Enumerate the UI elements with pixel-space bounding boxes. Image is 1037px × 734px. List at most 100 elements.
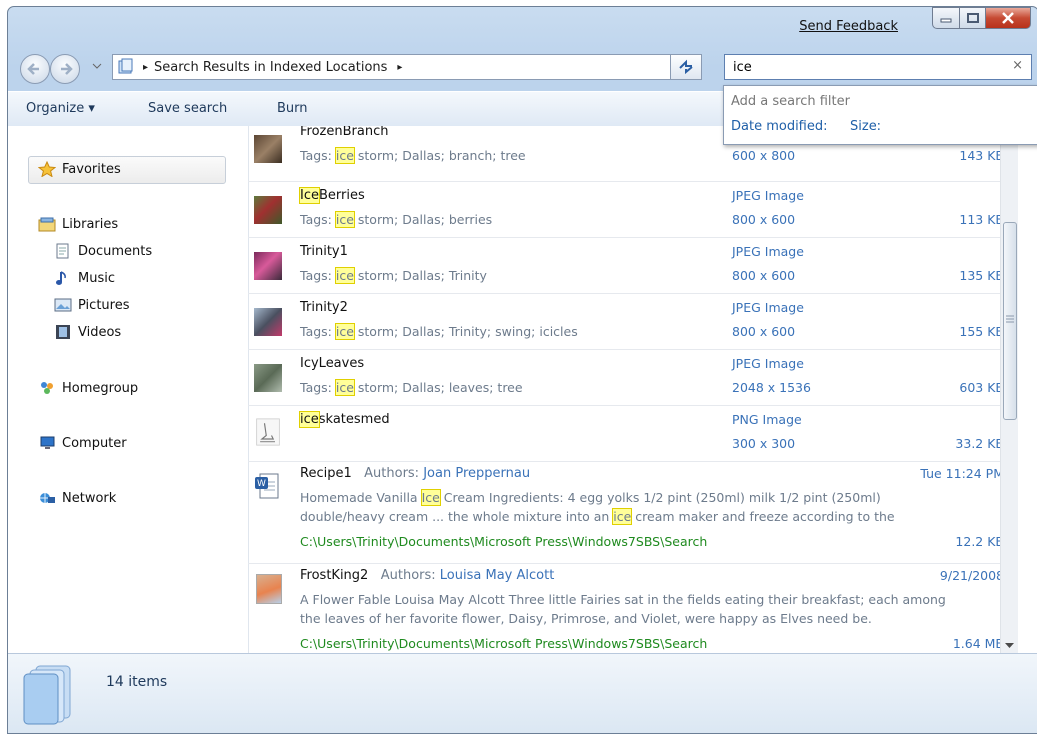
content-snippet: Homemade Vanilla Ice Cream Ingredients: … — [300, 488, 1010, 526]
file-name: FrostKing2 Authors: Louisa May Alcott — [300, 568, 554, 583]
clear-search-icon[interactable]: × — [1012, 58, 1023, 73]
minimize-button[interactable] — [932, 7, 960, 29]
music-icon — [56, 271, 66, 285]
snippet-line: double/heavy cream ... the whole mixture… — [300, 507, 1010, 526]
date-modified-filter[interactable]: Date modified: — [731, 119, 828, 134]
file-size: 135 KB — [959, 268, 1004, 283]
send-feedback-link[interactable]: Send Feedback — [799, 19, 898, 34]
burn-button[interactable]: Burn — [277, 101, 308, 116]
tags-label: Tags: — [300, 148, 336, 163]
search-box[interactable]: × — [724, 54, 1032, 80]
nav-homegroup[interactable]: Homegroup — [38, 380, 138, 396]
search-highlight: ice — [334, 267, 355, 284]
save-search-button[interactable]: Save search — [148, 101, 227, 116]
file-type: JPEG Image — [732, 188, 804, 203]
snippet-line: Homemade Vanilla Ice Cream Ingredients: … — [300, 488, 1010, 507]
scroll-grip-icon — [1006, 315, 1014, 323]
doc-author: Louisa May Alcott — [439, 568, 555, 583]
recent-pages-chevron-icon[interactable] — [92, 62, 102, 70]
ice-skate-thumbnail — [256, 418, 280, 446]
list-item[interactable]: IceBerries Tags: ice storm; Dallas; berr… — [248, 182, 1018, 238]
size-filter[interactable]: Size: — [850, 119, 881, 134]
breadcrumb-search-results[interactable]: Search Results in Indexed Locations — [154, 60, 387, 75]
back-button[interactable] — [20, 54, 50, 84]
image-dimensions: 800 x 600 — [732, 324, 796, 339]
image-thumbnail — [254, 364, 282, 392]
file-name: IcyLeaves — [300, 356, 365, 371]
nav-music[interactable]: Music — [54, 270, 115, 286]
doc-author: Joan Preppernau — [423, 466, 531, 481]
search-filter-dropdown: Add a search filter Date modified: Size: — [723, 85, 1037, 145]
nav-computer-label: Computer — [62, 435, 127, 451]
document-thumbnail — [256, 574, 282, 604]
scroll-down-icon[interactable] — [1005, 643, 1014, 649]
close-button[interactable] — [986, 7, 1031, 29]
list-item[interactable]: Trinity1 Tags: ice storm; Dallas; Trinit… — [248, 238, 1018, 294]
breadcrumb-separator-icon[interactable]: ▸ — [397, 62, 402, 73]
tags-tail: branch; tree — [448, 148, 526, 163]
file-path: C:\Users\Trinity\Documents\Microsoft Pre… — [300, 534, 708, 549]
nav-videos[interactable]: Videos — [54, 324, 121, 340]
close-icon — [1002, 12, 1014, 24]
tags-label: Tags: — [300, 268, 336, 283]
doc-date: 9/21/2008 — [939, 568, 1004, 583]
image-dimensions: 800 x 600 — [732, 212, 796, 227]
list-item[interactable]: IcyLeaves Tags: ice storm; Dallas; leave… — [248, 350, 1018, 406]
tags-text: storm; Dallas; — [353, 268, 449, 283]
search-input[interactable] — [731, 58, 1005, 76]
explorer-window: Send Feedback ▸ Search Results in Indexe… — [7, 6, 1037, 734]
tags-tail: berries — [448, 212, 493, 227]
address-bar[interactable]: ▸ Search Results in Indexed Locations ▸ … — [112, 54, 694, 80]
doc-date: Tue 11:24 PM — [920, 466, 1004, 481]
file-type: JPEG Image — [732, 300, 804, 315]
caption-buttons — [932, 7, 1031, 29]
file-size: 155 KB — [959, 324, 1004, 339]
file-name-rest: skatesmed — [318, 412, 390, 427]
snippet-line: A Flower Fable Louisa May Alcott Three l… — [300, 592, 946, 607]
nav-libraries[interactable]: Libraries — [38, 216, 118, 232]
vertical-scrollbar[interactable] — [1000, 126, 1018, 653]
tags-label: Tags: — [300, 380, 336, 395]
file-size: 113 KB — [959, 212, 1004, 227]
file-name-rest: Berries — [318, 188, 365, 203]
nav-computer[interactable]: Computer — [38, 435, 127, 451]
maximize-icon — [966, 13, 979, 23]
search-highlight: ice — [334, 379, 355, 396]
library-stack-icon — [23, 665, 71, 725]
organize-button[interactable]: Organize ▾ — [26, 101, 95, 116]
nav-documents-label: Documents — [78, 243, 153, 259]
nav-pictures[interactable]: Pictures — [54, 297, 129, 313]
forward-button[interactable] — [50, 54, 80, 84]
file-tags: Tags: ice storm; Dallas; Trinity; swing;… — [300, 323, 578, 340]
scrollbar-thumb[interactable] — [1003, 222, 1017, 420]
file-name: Recipe1 Authors: Joan Preppernau — [300, 466, 530, 481]
search-folder-icon — [118, 58, 133, 74]
file-size: 143 KB — [959, 148, 1004, 163]
details-pane: 14 items — [8, 653, 1037, 733]
documents-icon — [56, 243, 69, 259]
tags-text: storm; Dallas; — [353, 212, 449, 227]
tags-tail: Trinity — [448, 268, 487, 283]
breadcrumb-separator-icon[interactable]: ▸ — [143, 62, 148, 73]
pictures-icon — [54, 298, 72, 312]
nav-libraries-label: Libraries — [62, 216, 119, 232]
list-item[interactable]: FrostKing2 Authors: Louisa May Alcott 9/… — [248, 564, 1018, 653]
videos-icon — [56, 325, 70, 339]
nav-music-label: Music — [78, 270, 115, 286]
nav-favorites[interactable]: Favorites — [38, 161, 121, 177]
computer-icon — [40, 436, 55, 449]
search-highlight: Ice — [420, 489, 441, 506]
image-dimensions: 800 x 600 — [732, 268, 796, 283]
nav-network[interactable]: Network — [38, 490, 116, 506]
file-size: 1.64 MB — [952, 636, 1004, 651]
file-tags: Tags: ice storm; Dallas; Trinity — [300, 267, 487, 284]
refresh-icon — [679, 59, 693, 75]
refresh-button[interactable] — [670, 54, 702, 80]
homegroup-icon — [41, 382, 53, 394]
nav-documents[interactable]: Documents — [54, 243, 152, 259]
list-item[interactable]: W Recipe1 Authors: Joan Preppernau Tue 1… — [248, 462, 1018, 564]
maximize-button[interactable] — [960, 7, 986, 29]
list-item[interactable]: iceskatesmed PNG Image 300 x 300 33.2 KB — [248, 406, 1018, 462]
title-bar: Send Feedback — [8, 7, 1037, 43]
list-item[interactable]: Trinity2 Tags: ice storm; Dallas; Trinit… — [248, 294, 1018, 350]
